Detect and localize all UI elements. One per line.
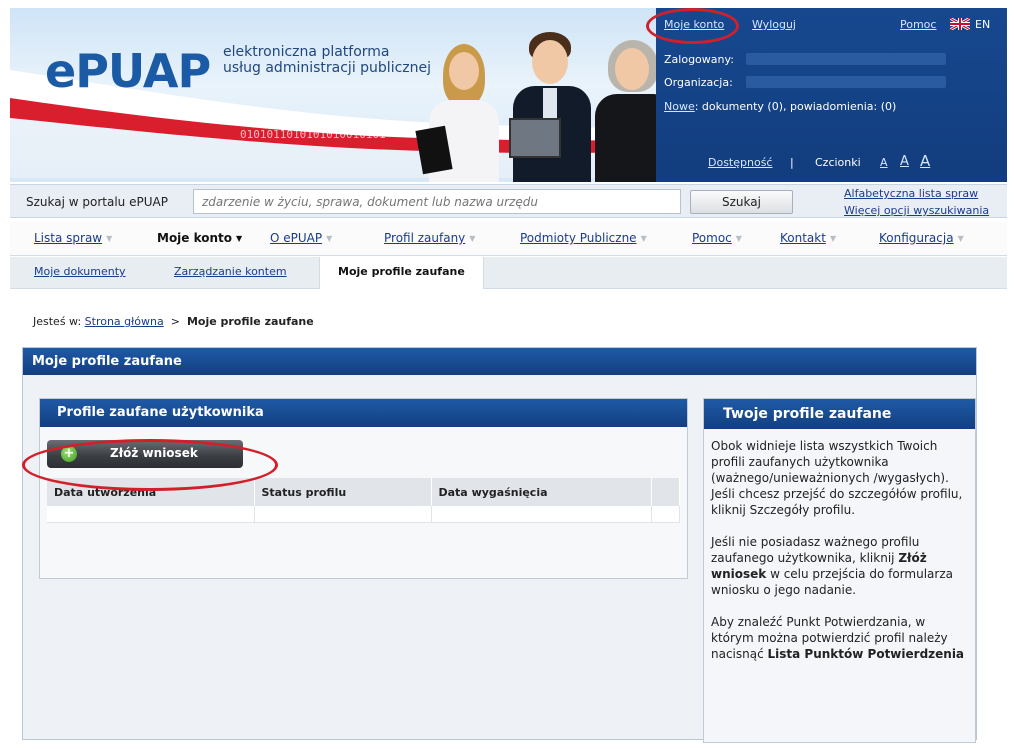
submit-application-button[interactable]: + Złóż wniosek (47, 440, 243, 468)
logged-in-label: Zalogowany: (664, 53, 734, 66)
nav-o-epuap[interactable]: O ePUAP ▼ (270, 231, 332, 245)
breadcrumb-separator: > (170, 315, 180, 328)
nav-moje-konto[interactable]: Moje konto ▼ (157, 231, 242, 245)
nav-pomoc[interactable]: Pomoc ▼ (692, 231, 742, 245)
plus-icon: + (61, 446, 77, 462)
tagline-line-1: elektroniczna platforma (223, 44, 390, 60)
lang-en[interactable]: EN (975, 18, 990, 31)
profiles-table: Data utworzenia Status profilu Data wyga… (47, 478, 680, 523)
tagline-line-2: usług administracji publicznej (223, 60, 432, 76)
column-header (651, 478, 680, 506)
page-title: Moje profile zaufane (23, 348, 976, 375)
separator: | (790, 156, 794, 169)
table-cell (431, 506, 652, 523)
more-search-options-link[interactable]: Więcej opcji wyszukiwania (844, 202, 989, 219)
info-box-title: Twoje profile zaufane (704, 399, 975, 429)
trusted-profiles-content: + Złóż wniosek Data utworzenia Status pr… (40, 427, 687, 578)
trusted-profiles-title: Profile zaufane użytkownika (40, 399, 687, 427)
column-header[interactable]: Data wygaśnięcia (431, 478, 652, 506)
font-size-small[interactable]: A (880, 156, 888, 169)
font-size-medium[interactable]: A (900, 154, 909, 169)
info-paragraph-2: Jeśli nie posiadasz ważnego profilu zauf… (711, 534, 968, 598)
user-panel: Moje konto Wyloguj Pomoc EN Zalogowany: … (656, 8, 1007, 182)
nav-profil-zaufany[interactable]: Profil zaufany ▼ (384, 231, 475, 245)
nav-label: Kontakt (780, 231, 826, 245)
nav-label: Lista spraw (34, 231, 103, 245)
breadcrumb: Jesteś w: Strona główna > Moje profile z… (33, 315, 314, 328)
search-links: Alfabetyczna lista spraw Więcej opcji wy… (844, 185, 989, 219)
search-button[interactable]: Szukaj (690, 190, 793, 214)
help-link[interactable]: Pomoc (900, 18, 936, 31)
chevron-down-icon: ▼ (735, 234, 742, 243)
subnav-moje-profile-zaufane[interactable]: Moje profile zaufane (319, 257, 484, 289)
table-row (47, 506, 680, 523)
uk-flag-icon[interactable] (949, 16, 971, 32)
breadcrumb-home-link[interactable]: Strona główna (85, 315, 164, 328)
info-paragraph-1: Obok widnieje lista wszystkich Twoich pr… (711, 439, 963, 517)
new-notifications: Nowe: dokumenty (0), powiadomienia: (0) (664, 100, 896, 113)
sub-nav: Moje dokumenty Zarządzanie kontem Moje p… (10, 257, 1007, 289)
logged-in-value-redacted (746, 53, 946, 65)
table-cell (47, 506, 255, 523)
nav-podmioty-publiczne[interactable]: Podmioty Publiczne ▼ (520, 231, 647, 245)
info-box-body: Obok widnieje lista wszystkich Twoich pr… (704, 429, 975, 662)
trusted-profiles-box: Profile zaufane użytkownika + Złóż wnios… (39, 398, 688, 579)
nav-label: Profil zaufany (384, 231, 466, 245)
breadcrumb-current: Moje profile zaufane (186, 315, 314, 328)
new-link[interactable]: Nowe (664, 100, 695, 113)
chevron-down-icon: ▼ (236, 234, 243, 243)
search-input[interactable] (193, 189, 681, 214)
search-bar: Szukaj w portalu ePUAP Szukaj Alfabetycz… (10, 184, 1007, 218)
info-paragraph-3: Aby znaleźć Punkt Potwierdzania, w który… (711, 614, 968, 662)
subnav-moje-dokumenty[interactable]: Moje dokumenty (34, 265, 126, 278)
nav-label: Konfiguracja (879, 231, 954, 245)
table-cell (254, 506, 432, 523)
nav-label: O ePUAP (270, 231, 323, 245)
search-label: Szukaj w portalu ePUAP (26, 195, 168, 209)
subnav-zarzadzanie-kontem[interactable]: Zarządzanie kontem (174, 265, 287, 278)
column-header[interactable]: Status profilu (254, 478, 432, 506)
epuap-logo[interactable]: ePUAP (45, 48, 211, 94)
alphabetical-list-link[interactable]: Alfabetyczna lista spraw (844, 185, 989, 202)
font-size-large[interactable]: A (920, 152, 930, 170)
binary-decoration: 0101011010101010010101 (240, 128, 386, 141)
breadcrumb-prefix: Jesteś w: (33, 315, 82, 328)
table-cell (651, 506, 680, 523)
column-header[interactable]: Data utworzenia (47, 478, 255, 506)
nav-label: Moje konto (157, 231, 233, 245)
nav-label: Pomoc (692, 231, 732, 245)
chevron-down-icon: ▼ (640, 234, 647, 243)
organization-value-redacted (746, 76, 946, 88)
chevron-down-icon: ▼ (829, 234, 837, 243)
info-text: Jeśli nie posiadasz ważnego profilu zauf… (711, 535, 920, 565)
main-nav: Lista spraw ▼ Moje konto ▼ O ePUAP ▼ Profil… (10, 222, 1007, 256)
table-header-row: Data utworzenia Status profilu Data wyga… (47, 478, 680, 506)
my-account-link[interactable]: Moje konto (664, 18, 724, 31)
chevron-down-icon: ▼ (326, 234, 333, 243)
logout-link[interactable]: Wyloguj (752, 18, 796, 31)
main-panel: Moje profile zaufane Profile zaufane uży… (22, 347, 977, 743)
nav-label: Podmioty Publiczne (520, 231, 637, 245)
chevron-down-icon: ▼ (957, 234, 964, 243)
nav-konfiguracja[interactable]: Konfiguracja ▼ (879, 231, 964, 245)
chevron-down-icon: ▼ (106, 234, 113, 243)
logo-tagline: elektroniczna platforma usług administra… (223, 44, 431, 76)
info-bold-text: Lista Punktów Potwierdzenia (767, 647, 965, 661)
organization-label: Organizacja: (664, 76, 733, 89)
info-box: Twoje profile zaufane Obok widnieje list… (703, 398, 976, 743)
new-counts: : dokumenty (0), powiadomienia: (0) (694, 100, 897, 113)
accessibility-link[interactable]: Dostępność (708, 156, 772, 169)
submit-application-label: Złóż wniosek (110, 446, 198, 460)
font-size-label: Czcionki (815, 156, 861, 169)
nav-kontakt[interactable]: Kontakt ▼ (780, 231, 836, 245)
nav-lista-spraw[interactable]: Lista spraw ▼ (34, 231, 112, 245)
main-panel-body: Profile zaufane użytkownika + Złóż wnios… (23, 375, 976, 743)
chevron-down-icon: ▼ (469, 234, 476, 243)
